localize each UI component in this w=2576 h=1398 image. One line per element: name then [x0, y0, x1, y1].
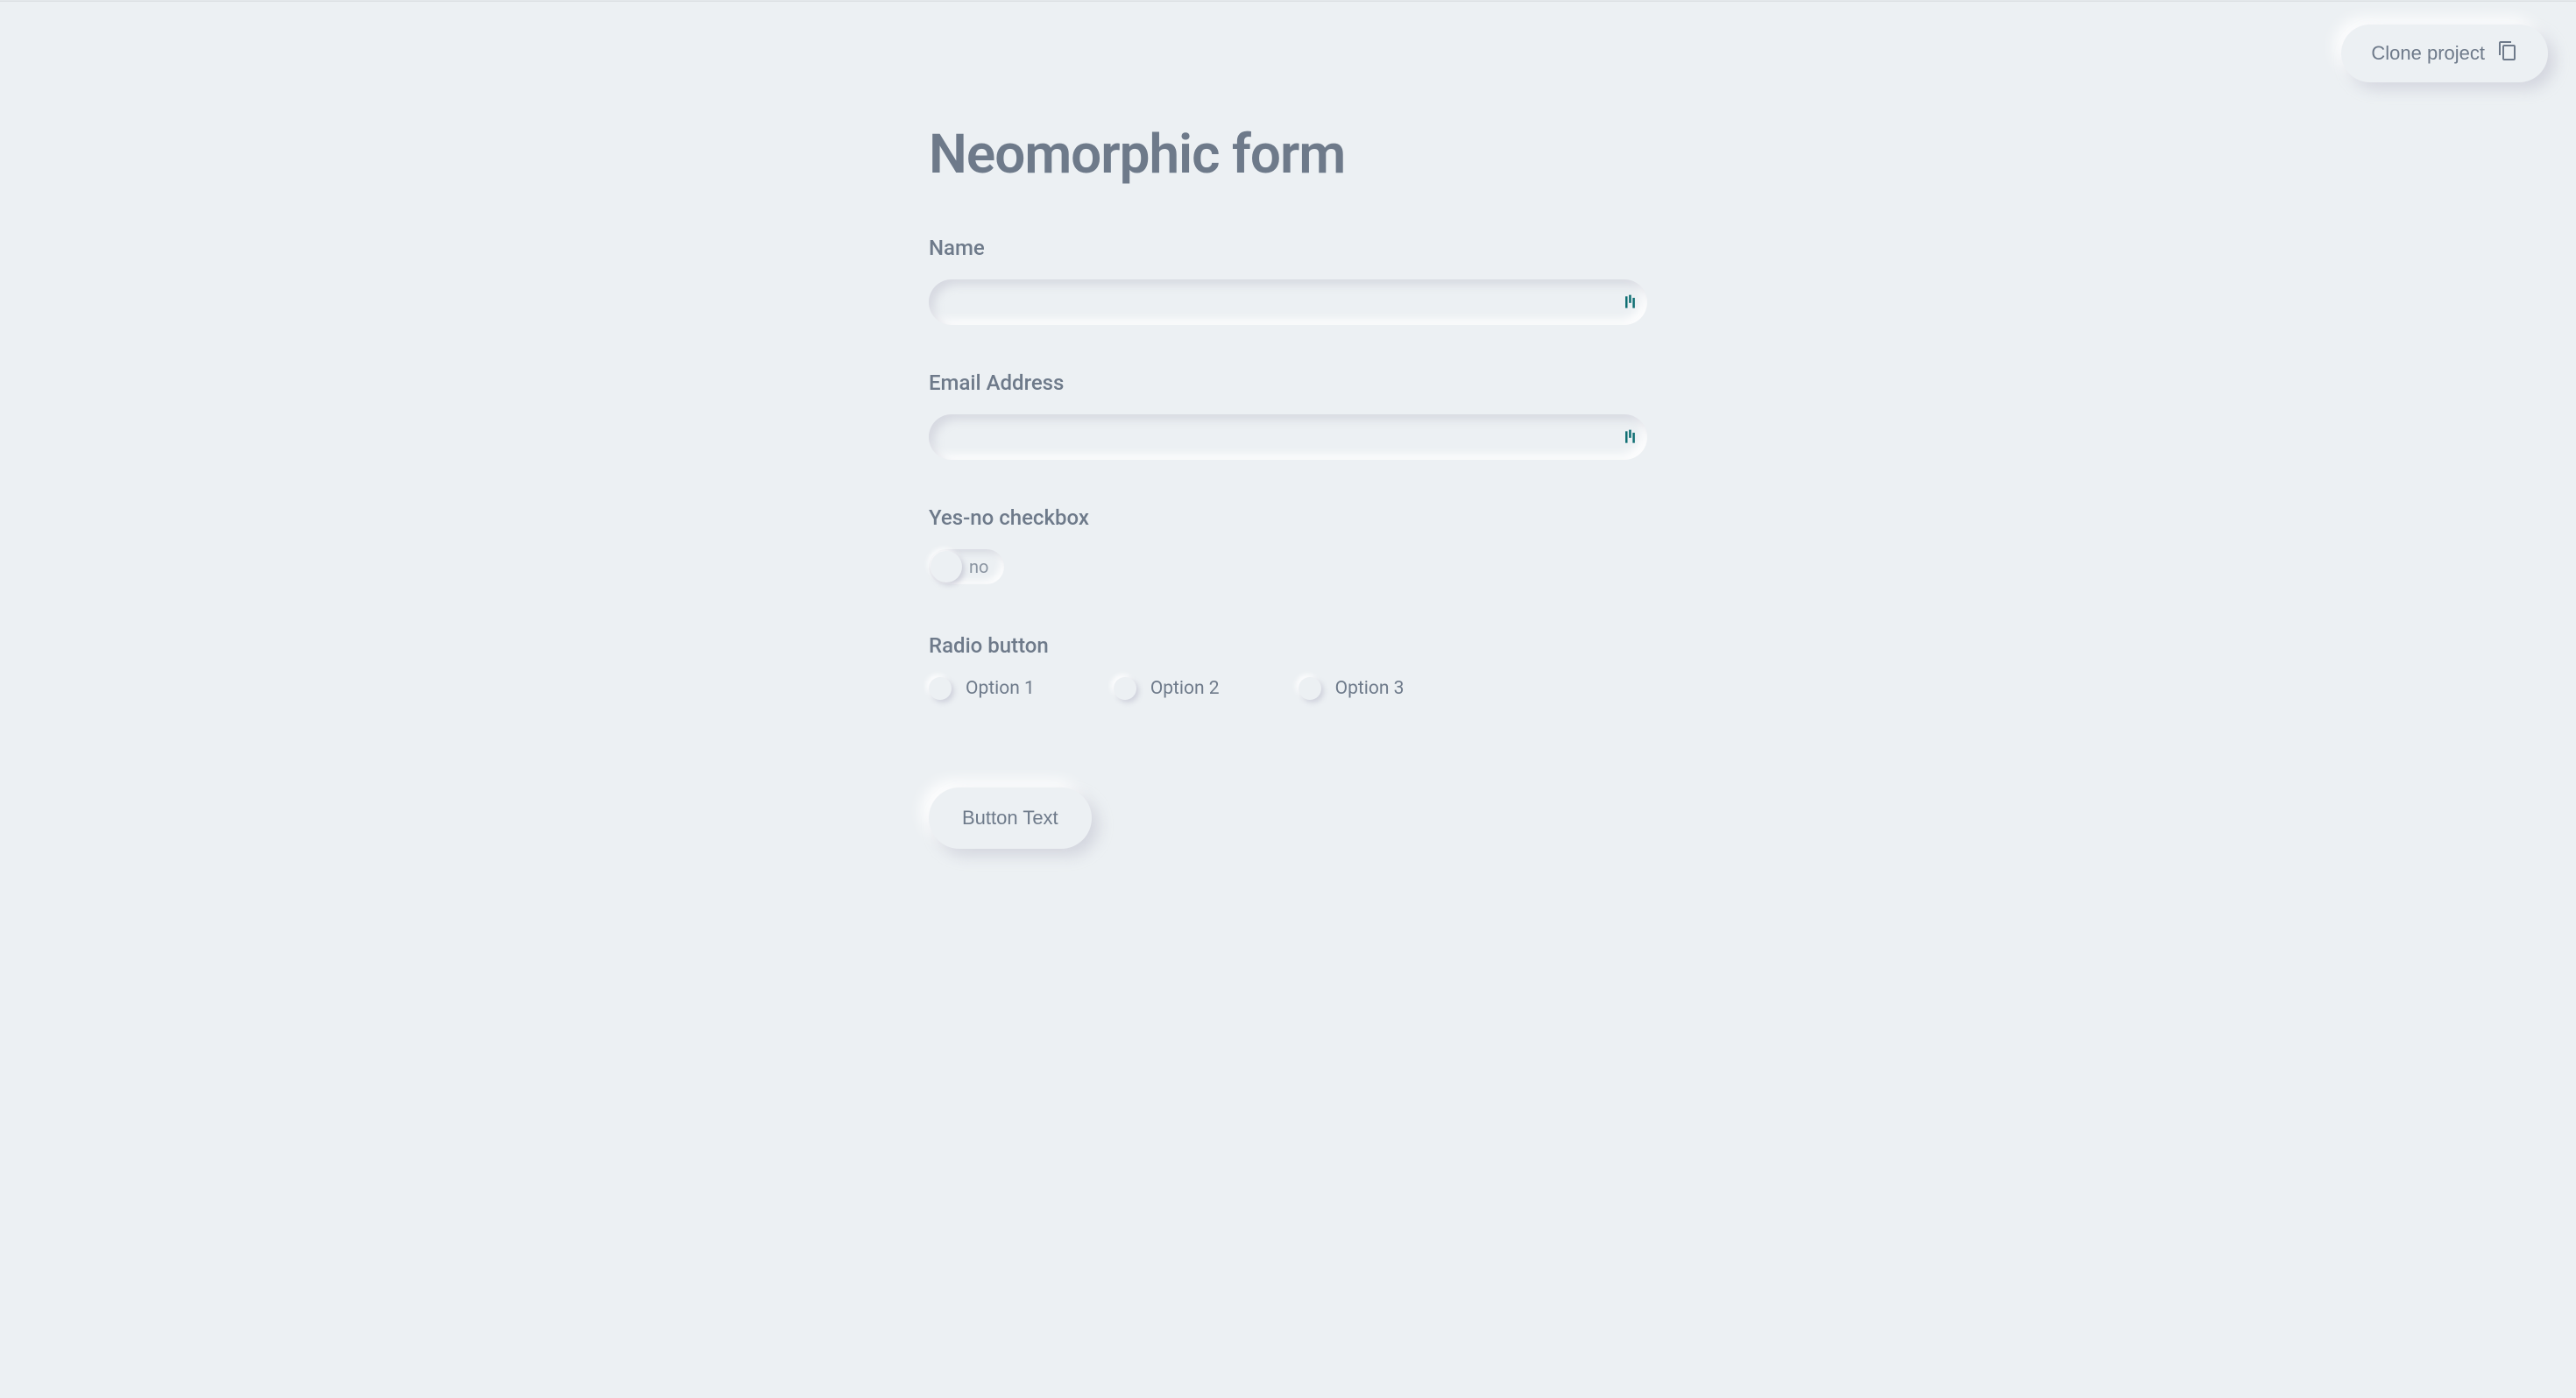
radio-dot-icon [929, 677, 952, 700]
radio-option-label: Option 3 [1335, 678, 1405, 699]
checkbox-label: Yes-no checkbox [929, 505, 1647, 530]
email-field-group: Email Address [929, 371, 1647, 460]
toggle-knob [931, 551, 962, 582]
radio-label: Radio button [929, 633, 1647, 658]
radio-dot-icon [1114, 677, 1136, 700]
checkbox-field-group: Yes-no checkbox no [929, 505, 1647, 588]
clone-project-button[interactable]: Clone project [2341, 25, 2548, 82]
toggle-wrap: no [929, 549, 988, 584]
name-input-wrap [929, 279, 1647, 325]
radio-row: Option 1 Option 2 Option 3 [929, 677, 1647, 700]
radio-option-2[interactable]: Option 2 [1114, 677, 1220, 700]
name-label: Name [929, 236, 1647, 260]
radio-option-label: Option 2 [1150, 678, 1220, 699]
email-input[interactable] [929, 414, 1647, 460]
copy-icon [2497, 40, 2518, 67]
page-title: Neomorphic form [929, 123, 1647, 187]
radio-option-3[interactable]: Option 3 [1299, 677, 1405, 700]
email-input-wrap [929, 414, 1647, 460]
submit-button[interactable]: Button Text [929, 787, 1092, 849]
yes-no-toggle[interactable] [929, 549, 1004, 584]
submit-button-label: Button Text [962, 807, 1058, 829]
radio-option-1[interactable]: Option 1 [929, 677, 1035, 700]
clone-project-label: Clone project [2371, 42, 2485, 65]
name-field-group: Name [929, 236, 1647, 325]
radio-field-group: Radio button Option 1 Option 2 Option 3 [929, 633, 1647, 700]
name-input[interactable] [929, 279, 1647, 325]
radio-option-label: Option 1 [966, 678, 1035, 699]
top-divider [0, 0, 2576, 2]
form-container: Neomorphic form Name Email Address Yes-n… [929, 123, 1647, 849]
radio-dot-icon [1299, 677, 1321, 700]
email-label: Email Address [929, 371, 1647, 395]
